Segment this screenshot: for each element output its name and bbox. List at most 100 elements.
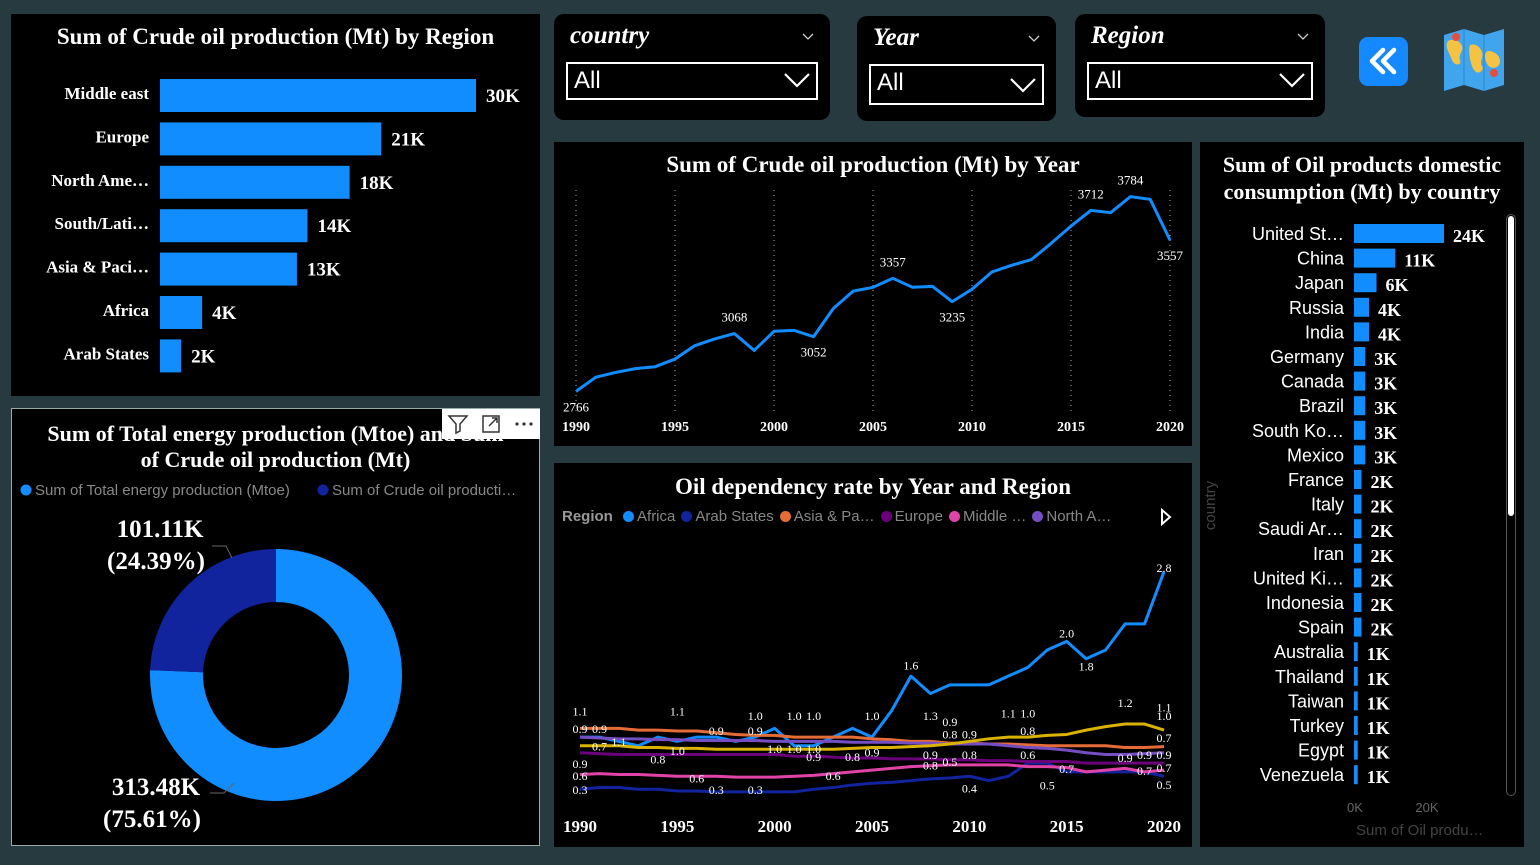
year-slicer-label: Year (873, 24, 919, 51)
point-data-label: 0.9 (1157, 748, 1172, 762)
back-button[interactable] (1359, 37, 1408, 86)
country-bar[interactable] (1354, 297, 1369, 317)
country-bar[interactable] (1354, 716, 1358, 735)
country-data-label: 4K (1378, 324, 1401, 344)
region-bar[interactable] (160, 252, 297, 286)
point-data-label: 1.0 (748, 709, 763, 723)
point-data-label: 0.9 (865, 746, 880, 760)
region-data-label: 13K (307, 260, 341, 281)
region-data-label: 21K (391, 129, 425, 150)
country-data-label: 24K (1453, 226, 1485, 246)
point-data-label: 0.9 (592, 722, 607, 736)
country-bar[interactable] (1354, 568, 1362, 588)
country-bar[interactable] (1354, 494, 1362, 514)
chevron-down-icon[interactable] (802, 30, 814, 42)
country-bar[interactable] (1354, 617, 1362, 637)
region-bar[interactable] (160, 296, 203, 329)
country-bar[interactable] (1354, 740, 1358, 760)
point-data-label: 1.0 (787, 709, 802, 723)
region-bar[interactable] (160, 122, 382, 156)
point-data-label: 0.7 (1157, 761, 1172, 775)
country-bar[interactable] (1354, 248, 1396, 268)
donut-data-label: 313.48K (112, 774, 201, 801)
country-tick-label: United Ki… (1253, 568, 1344, 588)
country-bar[interactable] (1354, 593, 1362, 612)
point-data-label: 0.9 (709, 724, 724, 738)
point-data-label: 3712 (1078, 186, 1104, 201)
country-tick-label: Germany (1270, 347, 1344, 367)
chevron-down-icon (784, 73, 810, 88)
country-slicer-label: country (570, 22, 650, 49)
region-tick-label: Africa (103, 301, 150, 320)
chevron-down-icon[interactable] (1297, 30, 1309, 42)
point-data-label: 1.6 (903, 659, 918, 673)
region-slicer: Region All (1075, 14, 1325, 117)
country-dropdown[interactable]: All (566, 62, 818, 100)
point-data-label: 2.8 (1157, 561, 1172, 575)
country-data-label: 2K (1371, 570, 1394, 590)
point-data-label: 3068 (721, 310, 747, 325)
point-data-label: 0.7 (1059, 762, 1074, 776)
chevron-down-icon (1279, 73, 1305, 88)
region-data-label: 14K (317, 216, 351, 237)
region-bar[interactable] (160, 339, 182, 373)
point-data-label: 0.9 (962, 727, 977, 741)
point-data-label: 0.7 (1137, 764, 1152, 778)
x-tick-label: 2000 (760, 420, 788, 435)
country-bar[interactable] (1354, 765, 1358, 785)
point-data-label: 3357 (880, 254, 907, 269)
point-data-label: 0.6 (1020, 748, 1035, 762)
country-bar[interactable] (1354, 445, 1366, 465)
donut-percent-label: (75.61%) (103, 806, 201, 833)
region-bar[interactable] (160, 165, 350, 199)
point-data-label: 0.9 (806, 750, 821, 764)
country-bar[interactable] (1354, 396, 1366, 416)
region-data-label: 30K (486, 86, 520, 107)
country-bar[interactable] (1354, 543, 1362, 563)
year-dropdown[interactable]: All (869, 64, 1044, 105)
point-data-label: 0.4 (962, 781, 977, 795)
country-bar[interactable] (1354, 420, 1366, 440)
chevron-down-icon[interactable] (1028, 32, 1040, 44)
point-data-label: 1.0 (1020, 706, 1035, 720)
country-data-label: 3K (1374, 423, 1397, 443)
country-tick-label: Italy (1311, 495, 1344, 515)
country-tick-label: Taiwan (1288, 691, 1344, 711)
x-tick-label: 2020 (1147, 817, 1181, 836)
country-bar[interactable] (1354, 273, 1377, 293)
country-bar[interactable] (1354, 347, 1366, 366)
country-data-label: 2K (1371, 472, 1394, 492)
dependency-chart-panel: Oil dependency rate by Year and Region R… (554, 463, 1192, 847)
country-bar[interactable] (1354, 224, 1444, 243)
country-bar[interactable] (1354, 519, 1362, 539)
country-data-label: 2K (1371, 595, 1394, 615)
region-tick-label: Arab States (64, 344, 150, 363)
leader-line (212, 545, 233, 559)
region-tick-label: Middle east (64, 84, 149, 103)
country-bar[interactable] (1354, 322, 1369, 342)
region-dropdown[interactable]: All (1087, 62, 1313, 100)
country-bar[interactable] (1354, 642, 1358, 662)
point-data-label: 1.0 (767, 742, 782, 756)
country-tick-label: India (1305, 322, 1345, 342)
x-tick-label: 0K (1347, 800, 1363, 815)
country-bar[interactable] (1354, 371, 1366, 391)
country-tick-label: Egypt (1298, 741, 1344, 761)
country-bar[interactable] (1354, 691, 1358, 711)
year-dropdown-value: All (877, 69, 904, 96)
country-tick-label: Japan (1295, 273, 1344, 293)
year-line-chart-panel: Sum of Crude oil production (Mt) by Year… (554, 142, 1192, 446)
country-data-label: 2K (1371, 620, 1394, 640)
country-bar[interactable] (1354, 666, 1358, 686)
dependency-series-line[interactable] (579, 763, 1165, 779)
point-data-label: 0.3 (748, 783, 763, 797)
map-button[interactable] (1440, 27, 1508, 93)
country-tick-label: Saudi Ar… (1258, 519, 1344, 539)
x-tick-label: 1990 (563, 817, 597, 836)
dependency-series-line[interactable] (579, 761, 1165, 794)
region-bar[interactable] (160, 79, 476, 112)
x-tick-label: 1995 (661, 420, 689, 435)
legend-marker (20, 484, 32, 496)
region-bar[interactable] (160, 209, 308, 243)
country-bar[interactable] (1354, 470, 1362, 489)
